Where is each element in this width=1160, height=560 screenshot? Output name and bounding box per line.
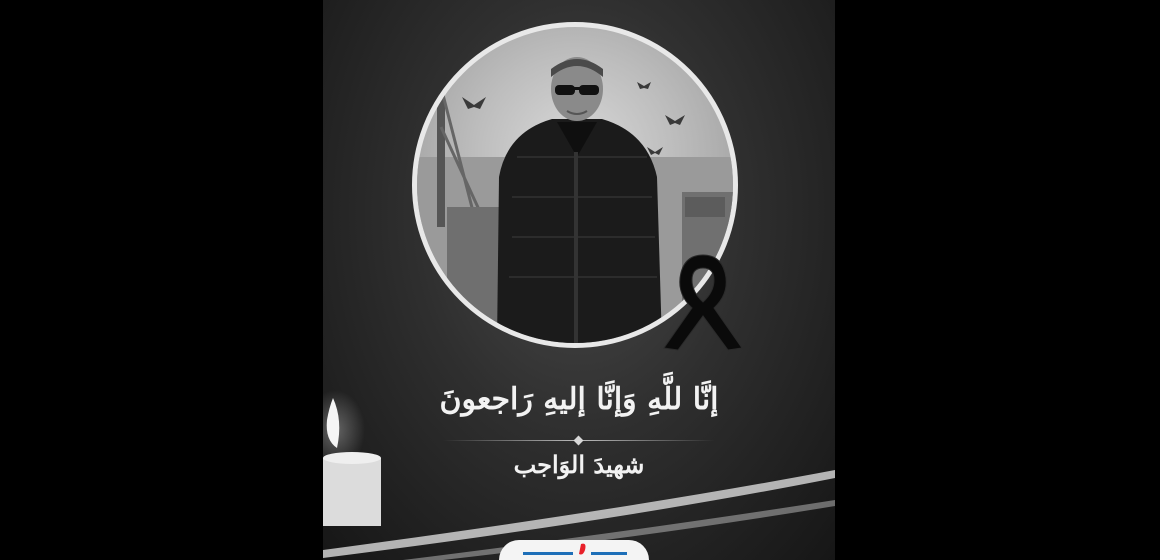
headline-verse: إنَّا للَّهِ وَإنَّا إليهِ رَاجعونَ <box>439 382 719 417</box>
mourning-ribbon-icon <box>663 254 743 351</box>
condolence-poster: إنَّا للَّهِ وَإنَّا إليهِ رَاجعونَ شهيد… <box>323 0 835 560</box>
brand-logo-icon <box>523 543 627 555</box>
brand-logo <box>499 540 649 560</box>
